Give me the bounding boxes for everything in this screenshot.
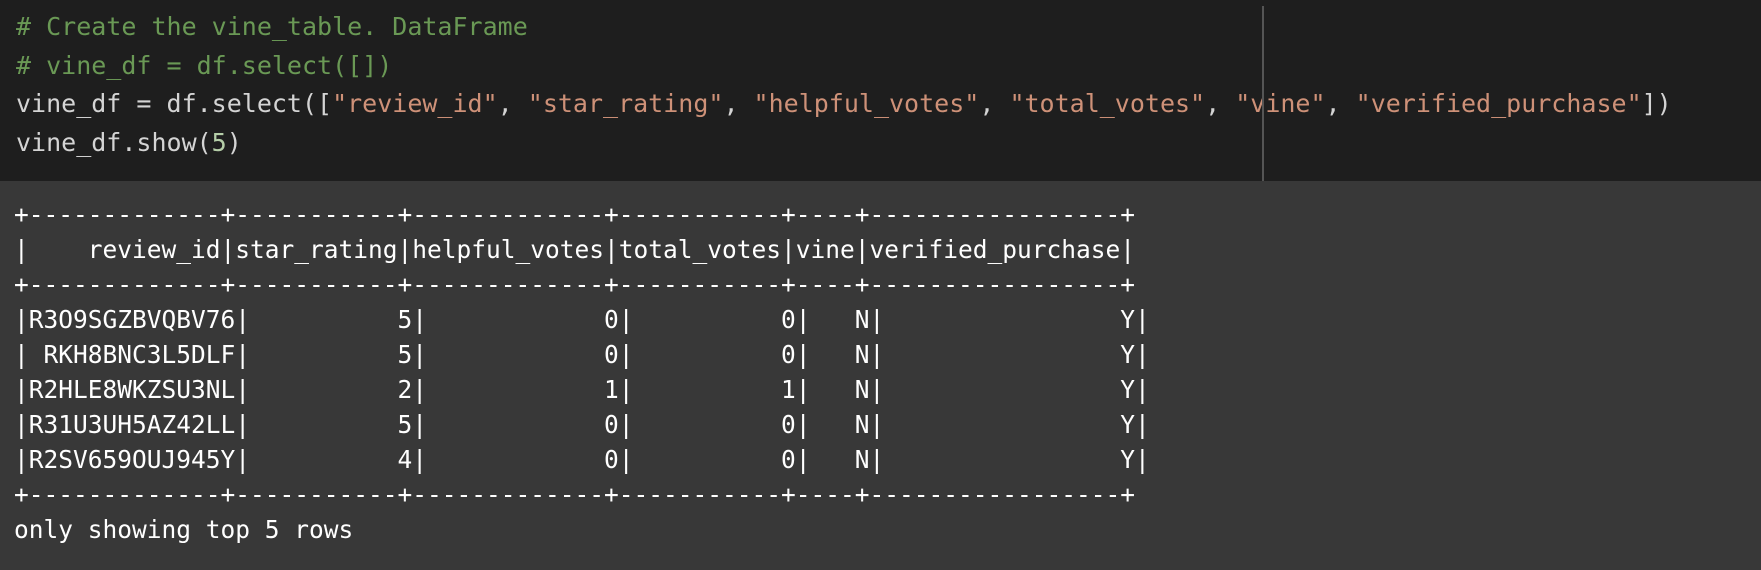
code-cell[interactable]: # Create the vine_table. DataFrame # vin… [0, 0, 1761, 181]
dataframe-text-table: +-------------+-----------+-------------… [14, 197, 1150, 547]
column-vine: "vine" [1235, 89, 1326, 118]
select-prefix: vine_df = df.select([ [16, 89, 333, 118]
show-row-count: 5 [211, 127, 227, 157]
separator: , [979, 89, 1010, 118]
separator: , [723, 89, 754, 118]
rows-shown-note: only showing top 5 rows [14, 515, 354, 544]
select-suffix: ]) [1641, 89, 1672, 118]
table-header-row: | review_id|star_rating|helpful_votes|to… [14, 235, 1136, 264]
separator: , [497, 89, 528, 118]
table-border-mid: +-------------+-----------+-------------… [14, 270, 1136, 299]
column-helpful-votes: "helpful_votes" [753, 89, 980, 118]
code-comment-line-1: # Create the vine_table. DataFrame [16, 12, 528, 41]
cell-output: +-------------+-----------+-------------… [0, 181, 1761, 570]
show-suffix: ) [226, 127, 242, 157]
code-comment-line-2: # vine_df = df.select([]) [16, 50, 393, 80]
code-select-line: vine_df = df.select(["review_id", "star_… [16, 85, 1672, 124]
table-border-top: +-------------+-----------+-------------… [14, 200, 1136, 229]
code-editor[interactable]: # Create the vine_table. DataFrame # vin… [16, 8, 1672, 162]
column-verified-purchase: "verified_purchase" [1355, 89, 1642, 118]
table-row: |R3O9SGZBVQBV76| 5| 0| 0| N| Y| [14, 305, 1150, 334]
separator: , [1205, 89, 1236, 118]
notebook-page: # Create the vine_table. DataFrame # vin… [0, 0, 1761, 570]
table-row: |R31U3UH5AZ42LL| 5| 0| 0| N| Y| [14, 410, 1150, 439]
editor-ruler [1262, 6, 1264, 181]
show-prefix: vine_df.show( [16, 127, 212, 157]
column-review-id: "review_id" [332, 89, 498, 118]
table-row: |R2SV659OUJ945Y| 4| 0| 0| N| Y| [14, 445, 1150, 474]
table-border-bottom: +-------------+-----------+-------------… [14, 480, 1136, 509]
separator: , [1325, 89, 1356, 118]
table-row: |R2HLE8WKZSU3NL| 2| 1| 1| N| Y| [14, 375, 1150, 404]
code-show-line: vine_df.show(5) [16, 124, 1672, 163]
column-star-rating: "star_rating" [527, 89, 724, 118]
table-row: | RKH8BNC3L5DLF| 5| 0| 0| N| Y| [14, 340, 1150, 369]
column-total-votes: "total_votes" [1009, 89, 1206, 118]
